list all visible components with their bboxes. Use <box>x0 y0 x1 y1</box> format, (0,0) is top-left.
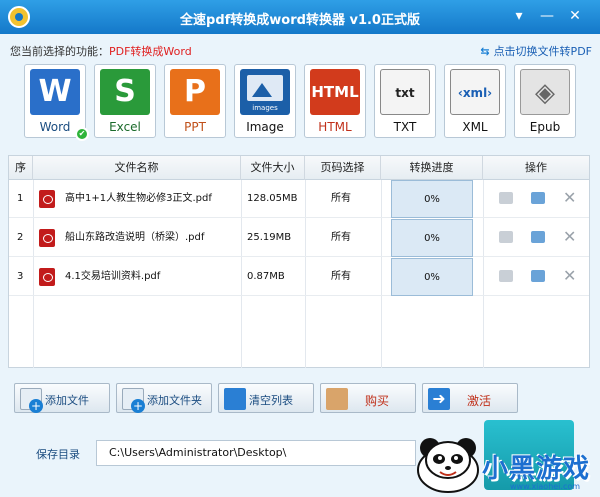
xml-icon: ‹xml› <box>450 69 500 115</box>
add-file-icon: + <box>20 388 43 413</box>
activate-label: 激活 <box>467 394 492 408</box>
row-index: 1 <box>17 193 24 204</box>
save-dir-input[interactable]: C:\Users\Administrator\Desktop\ <box>96 440 416 466</box>
col-actions: 操作 <box>525 161 547 174</box>
open-file-icon[interactable] <box>499 270 513 282</box>
format-label: TXT <box>393 120 417 134</box>
col-progress: 转换进度 <box>381 156 483 180</box>
delete-row-icon[interactable]: ✕ <box>563 229 577 245</box>
open-file-icon[interactable] <box>499 192 513 204</box>
table-row[interactable]: 2 船山东路改造说明（桥梁）.pdf 25.19MB 所有 0% ✕ <box>9 219 589 257</box>
row-pages[interactable]: 所有 <box>331 180 351 218</box>
format-xml-button[interactable]: ‹xml› XML <box>444 64 506 138</box>
row-index: 3 <box>17 271 24 282</box>
html-icon: HTML <box>310 69 360 115</box>
row-filename: 高中1+1人教生物必修3正文.pdf <box>65 193 212 204</box>
format-ppt-button[interactable]: P PPT <box>164 64 226 138</box>
buy-label: 购买 <box>365 394 390 408</box>
clear-list-button[interactable]: 清空列表 <box>218 383 314 413</box>
pdf-file-icon <box>39 190 55 208</box>
row-pages[interactable]: 所有 <box>331 258 351 296</box>
add-file-label: 添加文件 <box>45 394 89 407</box>
row-progress-bar: 0% <box>391 180 473 218</box>
format-label: Word <box>39 120 71 134</box>
add-folder-label: 添加文件夹 <box>147 394 202 407</box>
watermark-text: 小黑游戏 <box>482 454 591 484</box>
activate-button[interactable]: ➜ 激活 <box>422 383 518 413</box>
format-epub-button[interactable]: ◈ Epub <box>514 64 576 138</box>
open-file-icon[interactable] <box>499 231 513 243</box>
format-label: PPT <box>184 120 206 134</box>
switch-mode-link[interactable]: ⇆ 点击切换文件转PDF <box>480 43 592 59</box>
delete-row-icon[interactable]: ✕ <box>563 268 577 284</box>
panda-mascot-icon <box>410 428 488 494</box>
format-label: Image <box>246 120 284 134</box>
arrow-right-icon: ➜ <box>428 388 450 410</box>
format-label: XML <box>462 120 488 134</box>
format-html-button[interactable]: HTML HTML <box>304 64 366 138</box>
clear-list-label: 清空列表 <box>249 394 293 407</box>
switch-arrows-icon: ⇆ <box>480 45 490 58</box>
add-file-button[interactable]: + 添加文件 <box>14 383 110 413</box>
format-label: Excel <box>109 120 141 134</box>
row-filename: 船山东路改造说明（桥梁）.pdf <box>65 232 205 243</box>
ppt-icon: P <box>170 69 220 115</box>
buy-button[interactable]: 购买 <box>320 383 416 413</box>
epub-icon: ◈ <box>520 69 570 115</box>
save-dir-label: 保存目录 <box>36 448 80 461</box>
col-index: 序 <box>9 156 33 180</box>
format-txt-button[interactable]: txt TXT <box>374 64 436 138</box>
image-icon: images <box>240 69 290 115</box>
format-label: Epub <box>529 120 561 134</box>
switch-mode-label: 点击切换文件转PDF <box>493 45 592 58</box>
row-filesize: 0.87MB <box>247 271 285 282</box>
col-filename: 文件名称 <box>33 156 241 180</box>
current-function-value: PDF转换成Word <box>109 45 192 58</box>
row-pages[interactable]: 所有 <box>331 219 351 257</box>
open-folder-icon[interactable] <box>531 270 545 282</box>
row-index: 2 <box>17 232 24 243</box>
row-filesize: 25.19MB <box>247 232 292 243</box>
file-table: 序 文件名称 文件大小 页码选择 转换进度 操作 1 高中1+1人教生物必修3正… <box>8 155 590 368</box>
table-row[interactable]: 3 4.1交易培训资料.pdf 0.87MB 所有 0% ✕ <box>9 258 589 296</box>
col-filesize: 文件大小 <box>241 156 305 180</box>
title-bar: 全速pdf转换成word转换器 v1.0正式版 ▾ — ✕ <box>0 0 600 34</box>
format-word-button[interactable]: W ✔ Word <box>24 64 89 141</box>
row-filename: 4.1交易培训资料.pdf <box>65 271 161 282</box>
minimize-button[interactable]: — <box>538 7 556 25</box>
col-pages: 页码选择 <box>305 156 381 180</box>
delete-row-icon[interactable]: ✕ <box>563 190 577 206</box>
pdf-file-icon <box>39 229 55 247</box>
row-progress-bar: 0% <box>391 219 473 257</box>
table-header: 序 文件名称 文件大小 页码选择 转换进度 操作 <box>9 156 589 180</box>
excel-icon: S <box>100 69 150 115</box>
current-function: 您当前选择的功能：PDF转换成Word <box>10 43 192 59</box>
close-button[interactable]: ✕ <box>566 7 584 25</box>
pdf-file-icon <box>39 268 55 286</box>
open-folder-icon[interactable] <box>531 192 545 204</box>
shopping-bag-icon <box>326 388 348 410</box>
format-excel-button[interactable]: S Excel <box>94 64 156 138</box>
menu-dropdown-icon[interactable]: ▾ <box>510 7 528 25</box>
current-function-label: 您当前选择的功能： <box>10 45 109 58</box>
open-folder-icon[interactable] <box>531 231 545 243</box>
word-icon: W <box>30 69 80 115</box>
watermark-subtext: www.xiaohei.com <box>510 482 581 491</box>
txt-icon: txt <box>380 69 430 115</box>
add-folder-button[interactable]: + 添加文件夹 <box>116 383 212 413</box>
add-folder-icon: + <box>122 388 145 413</box>
format-image-button[interactable]: images Image <box>234 64 296 138</box>
format-label: HTML <box>318 120 352 134</box>
row-progress-bar: 0% <box>391 258 473 296</box>
trash-icon <box>224 388 246 410</box>
table-row[interactable]: 1 高中1+1人教生物必修3正文.pdf 128.05MB 所有 0% ✕ <box>9 180 589 218</box>
row-filesize: 128.05MB <box>247 193 298 204</box>
